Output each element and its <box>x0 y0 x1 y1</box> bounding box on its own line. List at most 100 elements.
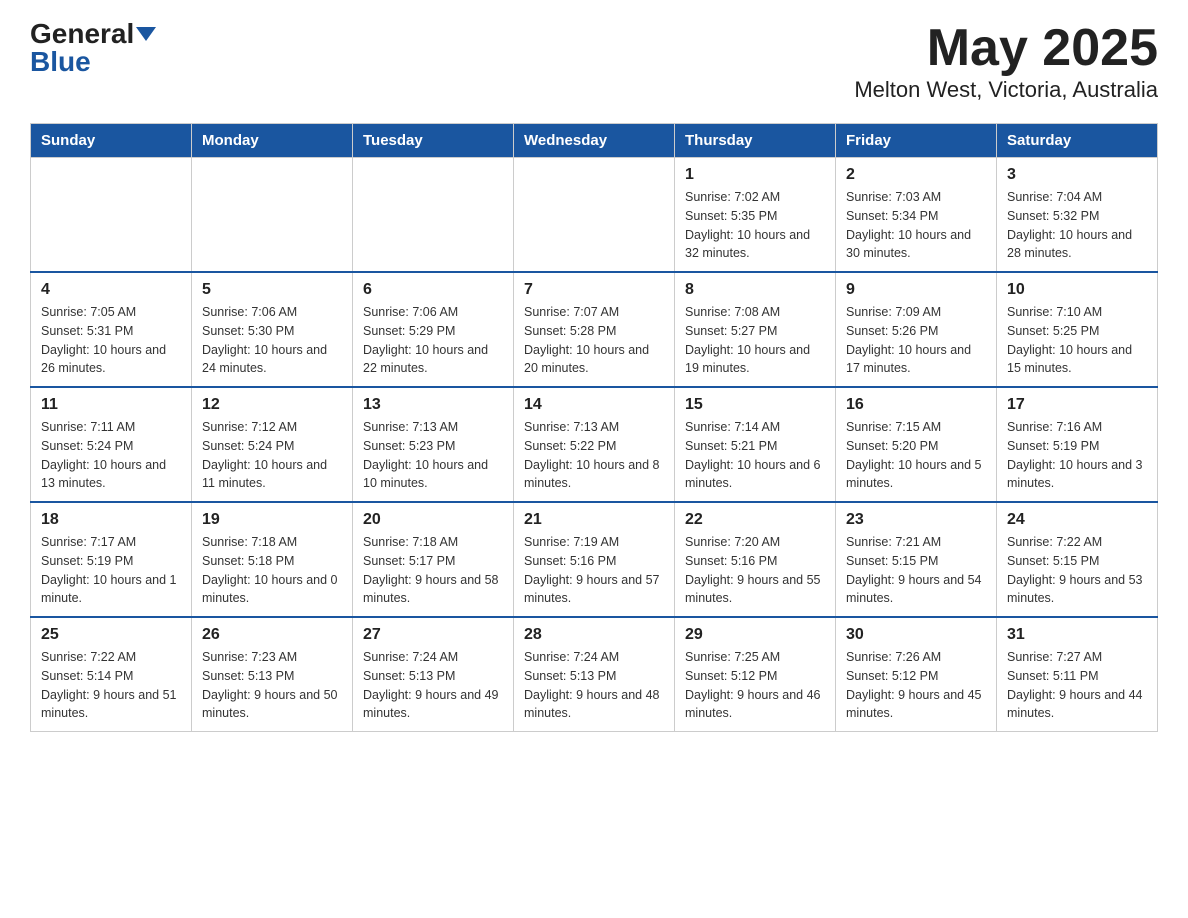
weekday-header-wednesday: Wednesday <box>514 124 675 158</box>
calendar-cell: 14 Sunrise: 7:13 AM Sunset: 5:22 PM Dayli… <box>514 387 675 502</box>
day-info: Sunrise: 7:05 AM Sunset: 5:31 PM Dayligh… <box>41 303 181 378</box>
day-number: 7 <box>524 281 664 299</box>
calendar-cell: 4Sunrise: 7:05 AM Sunset: 5:31 PM Daylig… <box>31 272 192 387</box>
day-number: 14 <box>524 396 664 414</box>
day-info: Sunrise: 7:10 AM Sunset: 5:25 PM Dayligh… <box>1007 303 1147 378</box>
weekday-header-saturday: Saturday <box>997 124 1158 158</box>
week-row-2: 4Sunrise: 7:05 AM Sunset: 5:31 PM Daylig… <box>31 272 1158 387</box>
day-number: 20 <box>363 511 503 529</box>
calendar-cell: 29 Sunrise: 7:25 AM Sunset: 5:12 PM Dayli… <box>675 617 836 732</box>
day-number: 6 <box>363 281 503 299</box>
day-number: 19 <box>202 511 342 529</box>
day-number: 21 <box>524 511 664 529</box>
day-number: 30 <box>846 626 986 644</box>
day-info: Sunrise: 7:22 AM Sunset: 5:14 PM Dayligh… <box>41 648 181 723</box>
day-info: Sunrise: 7:18 AM Sunset: 5:18 PM Dayligh… <box>202 533 342 608</box>
day-info: Sunrise: 7:03 AM Sunset: 5:34 PM Dayligh… <box>846 188 986 263</box>
day-number: 23 <box>846 511 986 529</box>
calendar-cell: 25 Sunrise: 7:22 AM Sunset: 5:14 PM Dayli… <box>31 617 192 732</box>
weekday-header-tuesday: Tuesday <box>353 124 514 158</box>
day-number: 9 <box>846 281 986 299</box>
calendar-cell: 12Sunrise: 7:12 AM Sunset: 5:24 PM Dayli… <box>192 387 353 502</box>
month-title: May 2025 <box>854 20 1158 77</box>
day-info: Sunrise: 7:22 AM Sunset: 5:15 PM Dayligh… <box>1007 533 1147 608</box>
day-number: 24 <box>1007 511 1147 529</box>
day-number: 11 <box>41 396 181 414</box>
day-info: Sunrise: 7:26 AM Sunset: 5:12 PM Dayligh… <box>846 648 986 723</box>
day-number: 2 <box>846 166 986 184</box>
day-info: Sunrise: 7:18 AM Sunset: 5:17 PM Dayligh… <box>363 533 503 608</box>
calendar-cell: 24 Sunrise: 7:22 AM Sunset: 5:15 PM Dayli… <box>997 502 1158 617</box>
day-info: Sunrise: 7:19 AM Sunset: 5:16 PM Dayligh… <box>524 533 664 608</box>
day-number: 16 <box>846 396 986 414</box>
day-number: 17 <box>1007 396 1147 414</box>
header-row: SundayMondayTuesdayWednesdayThursdayFrid… <box>31 124 1158 158</box>
day-number: 8 <box>685 281 825 299</box>
calendar-cell: 5 Sunrise: 7:06 AM Sunset: 5:30 PM Daylig… <box>192 272 353 387</box>
week-row-1: 1Sunrise: 7:02 AM Sunset: 5:35 PM Daylig… <box>31 158 1158 273</box>
day-info: Sunrise: 7:16 AM Sunset: 5:19 PM Dayligh… <box>1007 418 1147 493</box>
day-info: Sunrise: 7:06 AM Sunset: 5:30 PM Dayligh… <box>202 303 342 378</box>
day-number: 27 <box>363 626 503 644</box>
calendar-cell: 7Sunrise: 7:07 AM Sunset: 5:28 PM Daylig… <box>514 272 675 387</box>
weekday-header-monday: Monday <box>192 124 353 158</box>
day-number: 15 <box>685 396 825 414</box>
day-number: 3 <box>1007 166 1147 184</box>
location-title: Melton West, Victoria, Australia <box>854 77 1158 103</box>
day-info: Sunrise: 7:11 AM Sunset: 5:24 PM Dayligh… <box>41 418 181 493</box>
day-info: Sunrise: 7:17 AM Sunset: 5:19 PM Dayligh… <box>41 533 181 608</box>
logo: General Blue <box>30 20 156 76</box>
weekday-header-friday: Friday <box>836 124 997 158</box>
day-info: Sunrise: 7:24 AM Sunset: 5:13 PM Dayligh… <box>524 648 664 723</box>
day-info: Sunrise: 7:09 AM Sunset: 5:26 PM Dayligh… <box>846 303 986 378</box>
day-info: Sunrise: 7:12 AM Sunset: 5:24 PM Dayligh… <box>202 418 342 493</box>
week-row-5: 25 Sunrise: 7:22 AM Sunset: 5:14 PM Dayli… <box>31 617 1158 732</box>
calendar-cell: 8 Sunrise: 7:08 AM Sunset: 5:27 PM Daylig… <box>675 272 836 387</box>
calendar-cell: 19 Sunrise: 7:18 AM Sunset: 5:18 PM Dayli… <box>192 502 353 617</box>
logo-arrow-icon <box>136 27 156 41</box>
weekday-header-sunday: Sunday <box>31 124 192 158</box>
calendar-cell: 27 Sunrise: 7:24 AM Sunset: 5:13 PM Dayli… <box>353 617 514 732</box>
calendar-cell: 1Sunrise: 7:02 AM Sunset: 5:35 PM Daylig… <box>675 158 836 273</box>
day-number: 18 <box>41 511 181 529</box>
day-number: 22 <box>685 511 825 529</box>
calendar-cell: 18 Sunrise: 7:17 AM Sunset: 5:19 PM Dayli… <box>31 502 192 617</box>
day-number: 1 <box>685 166 825 184</box>
title-area: May 2025 Melton West, Victoria, Australi… <box>854 20 1158 103</box>
calendar-cell: 13Sunrise: 7:13 AM Sunset: 5:23 PM Dayli… <box>353 387 514 502</box>
day-number: 31 <box>1007 626 1147 644</box>
calendar-cell: 17 Sunrise: 7:16 AM Sunset: 5:19 PM Dayli… <box>997 387 1158 502</box>
day-info: Sunrise: 7:20 AM Sunset: 5:16 PM Dayligh… <box>685 533 825 608</box>
calendar-cell: 23Sunrise: 7:21 AM Sunset: 5:15 PM Dayli… <box>836 502 997 617</box>
day-info: Sunrise: 7:13 AM Sunset: 5:23 PM Dayligh… <box>363 418 503 493</box>
logo-blue: Blue <box>30 48 91 76</box>
calendar-cell: 31 Sunrise: 7:27 AM Sunset: 5:11 PM Dayli… <box>997 617 1158 732</box>
day-number: 29 <box>685 626 825 644</box>
day-info: Sunrise: 7:27 AM Sunset: 5:11 PM Dayligh… <box>1007 648 1147 723</box>
calendar-cell: 26Sunrise: 7:23 AM Sunset: 5:13 PM Dayli… <box>192 617 353 732</box>
calendar-cell: 21 Sunrise: 7:19 AM Sunset: 5:16 PM Dayli… <box>514 502 675 617</box>
calendar-cell: 11 Sunrise: 7:11 AM Sunset: 5:24 PM Dayli… <box>31 387 192 502</box>
calendar-cell: 2 Sunrise: 7:03 AM Sunset: 5:34 PM Daylig… <box>836 158 997 273</box>
calendar-cell: 3Sunrise: 7:04 AM Sunset: 5:32 PM Daylig… <box>997 158 1158 273</box>
calendar-cell <box>31 158 192 273</box>
day-number: 25 <box>41 626 181 644</box>
calendar-cell: 6 Sunrise: 7:06 AM Sunset: 5:29 PM Daylig… <box>353 272 514 387</box>
calendar-cell <box>514 158 675 273</box>
calendar-cell: 22 Sunrise: 7:20 AM Sunset: 5:16 PM Dayli… <box>675 502 836 617</box>
day-info: Sunrise: 7:13 AM Sunset: 5:22 PM Dayligh… <box>524 418 664 493</box>
day-info: Sunrise: 7:24 AM Sunset: 5:13 PM Dayligh… <box>363 648 503 723</box>
day-info: Sunrise: 7:25 AM Sunset: 5:12 PM Dayligh… <box>685 648 825 723</box>
day-number: 28 <box>524 626 664 644</box>
day-number: 10 <box>1007 281 1147 299</box>
week-row-4: 18 Sunrise: 7:17 AM Sunset: 5:19 PM Dayli… <box>31 502 1158 617</box>
day-info: Sunrise: 7:06 AM Sunset: 5:29 PM Dayligh… <box>363 303 503 378</box>
calendar-cell: 30 Sunrise: 7:26 AM Sunset: 5:12 PM Dayli… <box>836 617 997 732</box>
calendar-cell: 15Sunrise: 7:14 AM Sunset: 5:21 PM Dayli… <box>675 387 836 502</box>
day-info: Sunrise: 7:23 AM Sunset: 5:13 PM Dayligh… <box>202 648 342 723</box>
day-info: Sunrise: 7:15 AM Sunset: 5:20 PM Dayligh… <box>846 418 986 493</box>
calendar-cell: 10 Sunrise: 7:10 AM Sunset: 5:25 PM Dayli… <box>997 272 1158 387</box>
day-number: 5 <box>202 281 342 299</box>
calendar-cell: 16 Sunrise: 7:15 AM Sunset: 5:20 PM Dayli… <box>836 387 997 502</box>
day-info: Sunrise: 7:08 AM Sunset: 5:27 PM Dayligh… <box>685 303 825 378</box>
